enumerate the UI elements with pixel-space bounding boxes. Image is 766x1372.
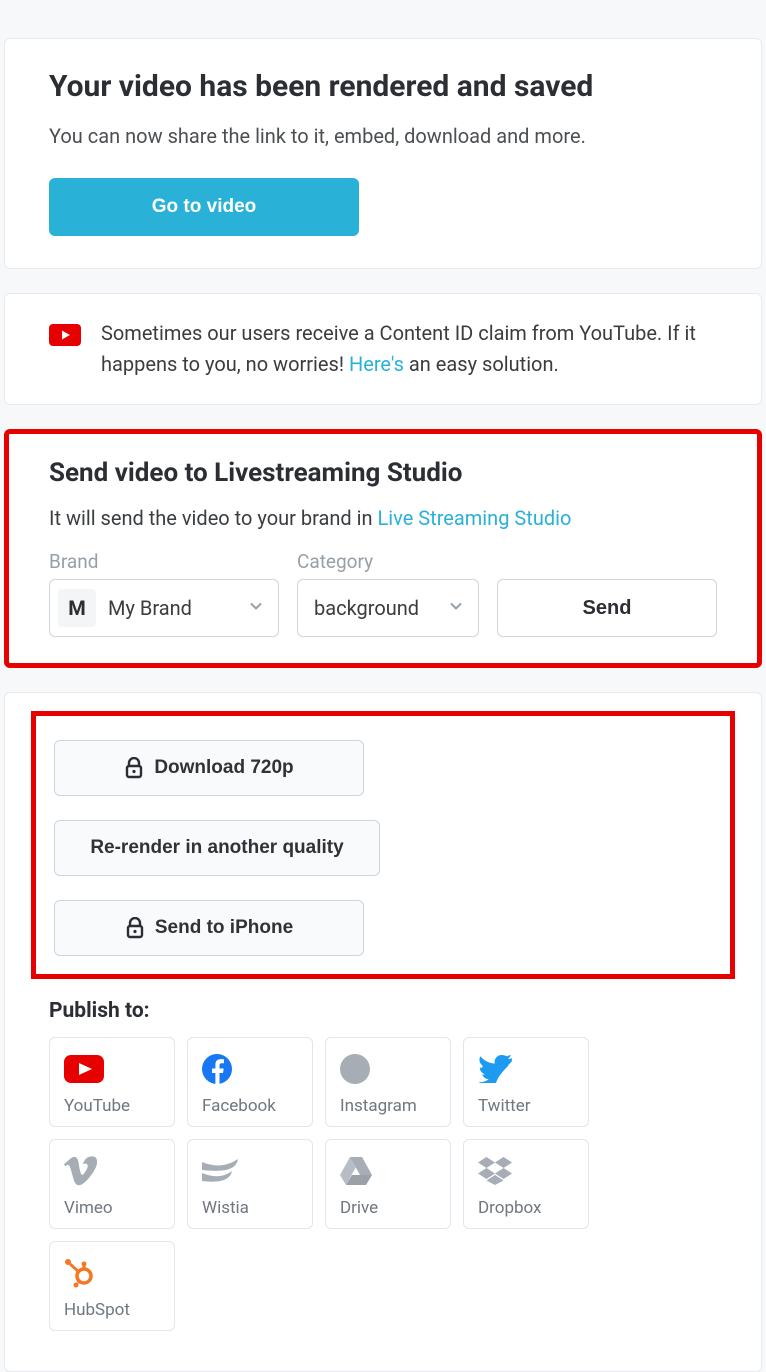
- send-iphone-label: Send to iPhone: [155, 917, 293, 939]
- chevron-down-icon: [448, 598, 464, 618]
- heres-link[interactable]: Here's: [349, 352, 404, 376]
- send-button[interactable]: Send: [497, 579, 717, 637]
- notice-text-after: an easy solution.: [404, 352, 559, 376]
- brand-value: My Brand: [108, 596, 240, 620]
- dropbox-icon: [478, 1154, 512, 1188]
- publish-facebook[interactable]: Facebook: [187, 1037, 313, 1127]
- notice-text: Sometimes our users receive a Content ID…: [101, 318, 717, 380]
- facebook-icon: [202, 1052, 232, 1086]
- youtube-icon: [64, 1052, 104, 1086]
- livestream-desc-before: It will send the video to your brand in: [49, 506, 378, 530]
- category-select[interactable]: background: [297, 579, 479, 637]
- livestream-title: Send video to Livestreaming Studio: [49, 458, 717, 488]
- publish-name: Instagram: [340, 1096, 417, 1116]
- publish-drive[interactable]: Drive: [325, 1139, 451, 1229]
- hero-subtitle: You can now share the link to it, embed,…: [49, 124, 717, 148]
- livestream-card: Send video to Livestreaming Studio It wi…: [4, 429, 762, 668]
- drive-icon: [340, 1154, 372, 1188]
- publish-name: Wistia: [202, 1198, 249, 1218]
- publish-name: YouTube: [64, 1096, 130, 1116]
- content-id-notice: Sometimes our users receive a Content ID…: [4, 293, 762, 405]
- go-to-video-button[interactable]: Go to video: [49, 178, 359, 236]
- publish-name: Dropbox: [478, 1198, 542, 1218]
- publish-name: Vimeo: [64, 1198, 113, 1218]
- publish-vimeo[interactable]: Vimeo: [49, 1139, 175, 1229]
- publish-name: Facebook: [202, 1096, 276, 1116]
- send-to-iphone-button[interactable]: Send to iPhone: [54, 900, 364, 956]
- download-button[interactable]: Download 720p: [54, 740, 364, 796]
- publish-label: Publish to:: [49, 999, 717, 1023]
- publish-wistia[interactable]: Wistia: [187, 1139, 313, 1229]
- vimeo-icon: [64, 1154, 98, 1188]
- publish-hubspot[interactable]: HubSpot: [49, 1241, 175, 1331]
- chevron-down-icon: [248, 598, 264, 618]
- instagram-icon: [340, 1052, 370, 1086]
- publish-name: Drive: [340, 1198, 378, 1218]
- brand-initial: M: [58, 589, 96, 627]
- actions-group: Download 720p Re-render in another quali…: [31, 711, 735, 979]
- lock-icon: [124, 757, 144, 779]
- livestream-desc: It will send the video to your brand in …: [49, 506, 717, 530]
- rerender-button[interactable]: Re-render in another quality: [54, 820, 380, 876]
- hero-card: Your video has been rendered and saved Y…: [4, 38, 762, 269]
- publish-instagram[interactable]: Instagram: [325, 1037, 451, 1127]
- youtube-icon: [49, 324, 81, 346]
- publish-twitter[interactable]: Twitter: [463, 1037, 589, 1127]
- publish-grid: YouTube Facebook Instagram Twitter Vimeo: [49, 1037, 717, 1331]
- category-value: background: [306, 596, 440, 620]
- publish-dropbox[interactable]: Dropbox: [463, 1139, 589, 1229]
- wistia-icon: [202, 1154, 238, 1188]
- brand-label: Brand: [49, 550, 279, 573]
- hubspot-icon: [64, 1256, 94, 1290]
- brand-select[interactable]: M My Brand: [49, 579, 279, 637]
- actions-publish-card: Download 720p Re-render in another quali…: [4, 692, 762, 1372]
- category-label: Category: [297, 550, 479, 573]
- hero-title: Your video has been rendered and saved: [49, 69, 717, 104]
- twitter-icon: [478, 1052, 512, 1086]
- download-label: Download 720p: [154, 757, 293, 779]
- live-streaming-studio-link[interactable]: Live Streaming Studio: [378, 506, 572, 530]
- lock-icon: [125, 917, 145, 939]
- publish-youtube[interactable]: YouTube: [49, 1037, 175, 1127]
- publish-name: Twitter: [478, 1096, 530, 1116]
- publish-name: HubSpot: [64, 1300, 130, 1320]
